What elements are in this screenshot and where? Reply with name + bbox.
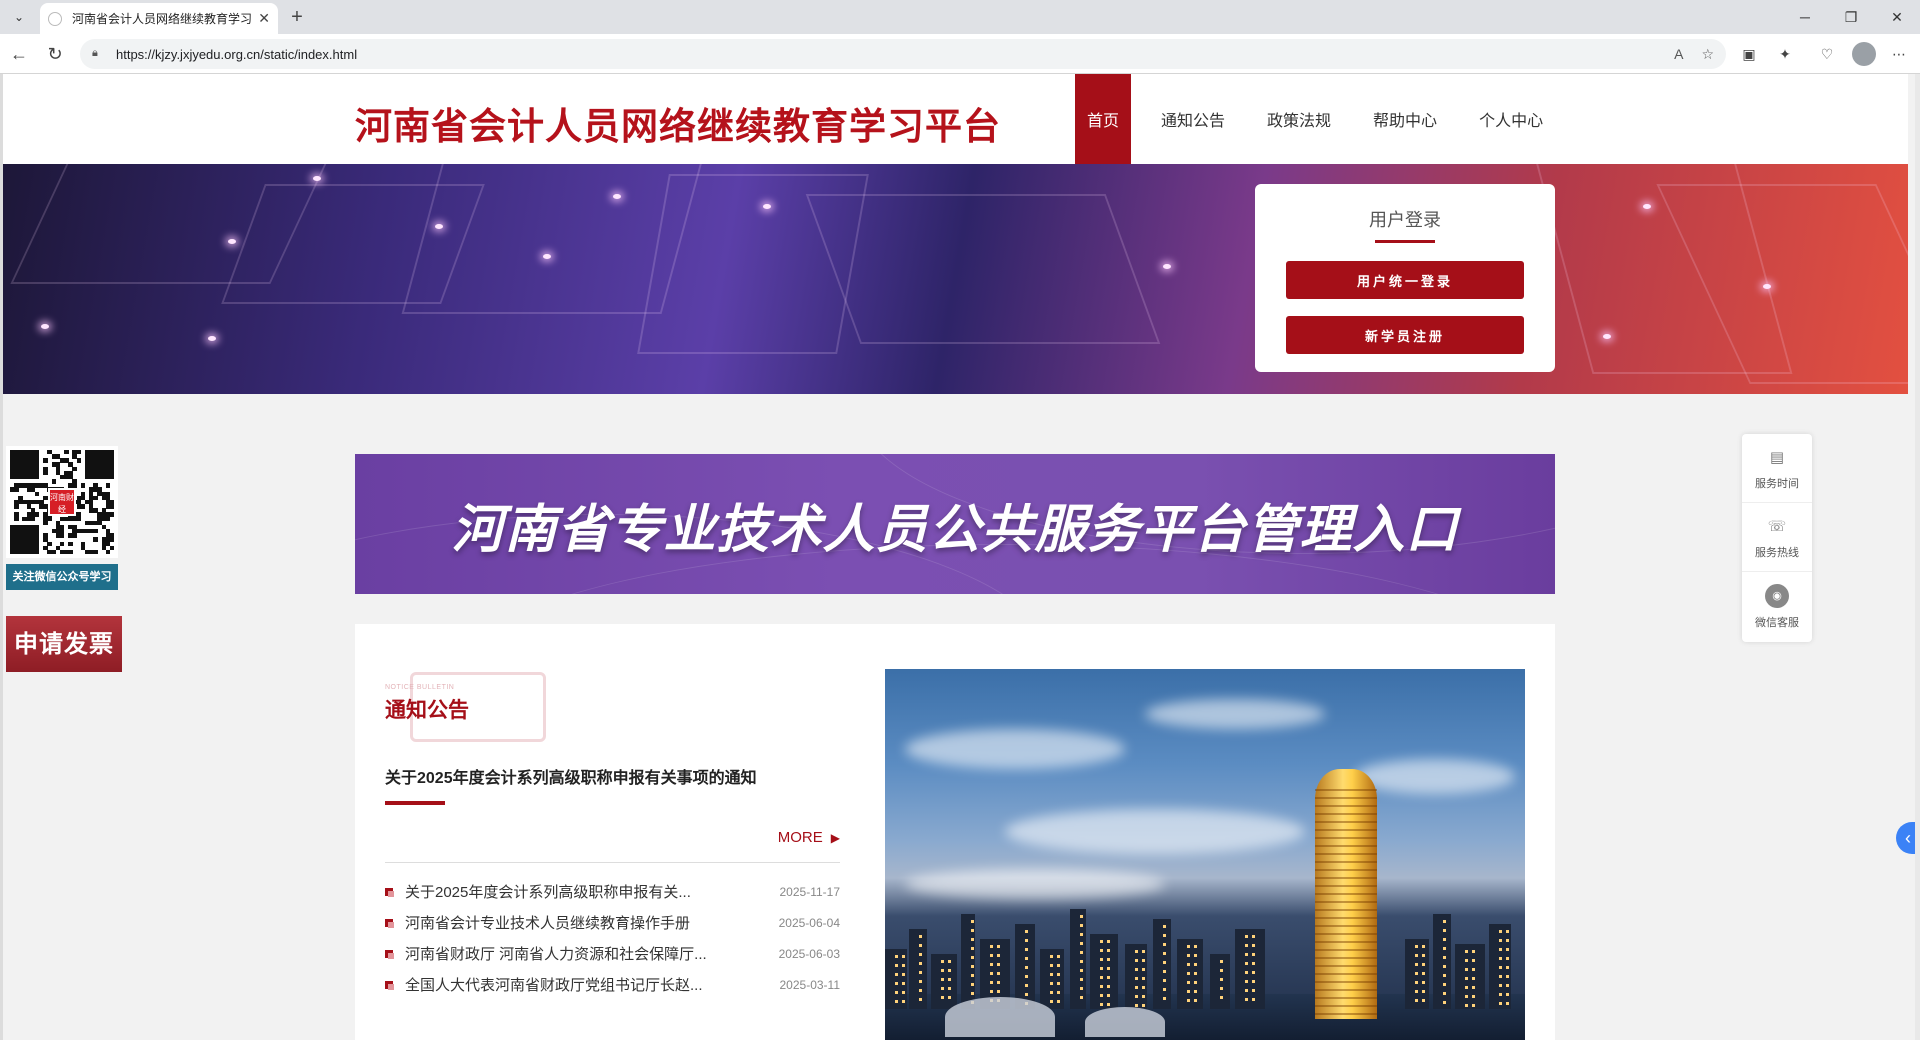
portal-text: 河南省专业技术人员公共服务平台管理入口: [451, 499, 1459, 560]
wechat-qr-float: 河南财经 关注微信公众号学习: [6, 446, 122, 590]
featured-notice-link[interactable]: 关于2025年度会计系列高级职称申报有关事项的通知: [385, 764, 757, 788]
divider: [385, 862, 840, 863]
site-title: 河南省会计人员网络继续教育学习平台: [355, 104, 1001, 148]
main-nav: 首页 通知公告 政策法规 帮助中心 个人中心: [1075, 74, 1573, 164]
service-time-item[interactable]: ▤ 服务时间: [1742, 434, 1812, 503]
qr-code-image: 河南财经: [6, 446, 118, 558]
browser-toolbar: ← ↻ 🔒︎ https://kjzy.jxjyedu.org.cn/stati…: [0, 34, 1920, 74]
bullet-icon: [385, 918, 394, 928]
landmark-tower: [1315, 769, 1377, 1019]
featured-underline: [385, 801, 445, 805]
service-hotline-item[interactable]: ☏ 服务热线: [1742, 503, 1812, 572]
minimize-button[interactable]: ─: [1782, 4, 1828, 30]
bullet-icon: [385, 980, 394, 990]
sidebar-toggle-icon[interactable]: ‹: [1896, 822, 1915, 854]
refresh-button[interactable]: ↻: [42, 42, 68, 66]
tab-close-icon[interactable]: ✕: [258, 10, 270, 27]
notice-title[interactable]: 河南省财政厅 河南省人力资源和社会保障厅...: [405, 943, 767, 964]
portal-banner[interactable]: 河南省专业技术人员公共服务平台管理入口: [355, 454, 1555, 594]
service-time-icon: ▤: [1769, 449, 1785, 466]
nav-personal[interactable]: 个人中心: [1467, 74, 1555, 164]
tab-actions-icon[interactable]: ⌄: [6, 6, 32, 28]
page-scrollbar[interactable]: [1915, 74, 1920, 1040]
city-photo: [885, 669, 1525, 1040]
list-item[interactable]: 河南省财政厅 河南省人力资源和社会保障厅... 2025-06-03: [385, 938, 840, 969]
phone-icon: ☏: [1767, 518, 1787, 535]
nav-policies[interactable]: 政策法规: [1255, 74, 1343, 164]
qr-caption[interactable]: 关注微信公众号学习: [6, 564, 118, 590]
apply-invoice-button[interactable]: 申请发票: [6, 616, 122, 672]
hero-banner: 用户登录 用户统一登录 新学员注册: [3, 164, 1908, 394]
read-aloud-icon[interactable]: A: [1674, 46, 1683, 62]
extensions-icon[interactable]: ✦: [1774, 44, 1796, 64]
browser-tab[interactable]: 河南省会计人员网络继续教育学习 ✕: [40, 3, 278, 34]
service-sidebar: ▤ 服务时间 ☏ 服务热线 ◉ 微信客服: [1742, 434, 1812, 642]
notice-date: 2025-06-03: [778, 946, 840, 961]
register-button[interactable]: 新学员注册: [1286, 316, 1524, 354]
more-menu-icon[interactable]: ⋯: [1888, 44, 1910, 64]
notice-date: 2025-03-11: [779, 977, 841, 992]
nav-help[interactable]: 帮助中心: [1361, 74, 1449, 164]
close-window-button[interactable]: ✕: [1874, 4, 1920, 30]
favorites-icon[interactable]: ♡: [1816, 44, 1838, 64]
list-item[interactable]: 关于2025年度会计系列高级职称申报有关... 2025-11-17: [385, 876, 840, 907]
url-text[interactable]: https://kjzy.jxjyedu.org.cn/static/index…: [116, 47, 1656, 62]
unified-login-button[interactable]: 用户统一登录: [1286, 261, 1524, 299]
content-card: NOTICE BULLETIN 通知公告 关于2025年度会计系列高级职称申报有…: [355, 624, 1555, 1040]
login-title: 用户登录: [1369, 210, 1441, 230]
page-viewport: 河南省会计人员网络继续教育学习平台 首页 通知公告 政策法规 帮助中心 个人中心: [3, 74, 1915, 1040]
wechat-service-label: 微信客服: [1755, 616, 1799, 629]
notice-list: 关于2025年度会计系列高级职称申报有关... 2025-11-17 河南省会计…: [385, 876, 840, 1000]
restore-button[interactable]: ❐: [1828, 4, 1874, 30]
wechat-icon: ◉: [1765, 583, 1789, 608]
favicon-icon: [48, 11, 62, 26]
login-panel: 用户登录 用户统一登录 新学员注册: [1255, 184, 1555, 372]
collections-icon[interactable]: ▣: [1738, 44, 1760, 64]
bullet-icon: [385, 949, 394, 959]
new-tab-button[interactable]: +: [284, 4, 310, 30]
nav-home[interactable]: 首页: [1075, 74, 1132, 164]
notice-title[interactable]: 河南省会计专业技术人员继续教育操作手册: [405, 912, 767, 933]
browser-window: ⌄ 河南省会计人员网络继续教育学习 ✕ + ─ ❐ ✕ ← ↻ 🔒︎ https…: [0, 0, 1920, 1040]
notice-heading: 通知公告: [385, 699, 469, 722]
notice-date: 2025-11-17: [779, 884, 841, 899]
service-hotline-label: 服务热线: [1755, 547, 1799, 559]
tab-title: 河南省会计人员网络继续教育学习: [72, 12, 253, 26]
more-link[interactable]: MORE ▶: [778, 829, 840, 846]
nav-notices[interactable]: 通知公告: [1149, 74, 1237, 164]
wechat-service-item[interactable]: ◉ 微信客服: [1742, 572, 1812, 641]
address-bar[interactable]: 🔒︎ https://kjzy.jxjyedu.org.cn/static/in…: [80, 39, 1726, 69]
favorite-star-icon[interactable]: ☆: [1701, 46, 1714, 63]
site-header: 河南省会计人员网络继续教育学习平台 首页 通知公告 政策法规 帮助中心 个人中心: [3, 74, 1908, 164]
bullet-icon: [385, 887, 394, 897]
login-title-underline: [1375, 240, 1435, 243]
tab-bar: ⌄ 河南省会计人员网络继续教育学习 ✕ + ─ ❐ ✕: [0, 0, 1920, 34]
more-label: MORE: [777, 829, 823, 846]
service-time-label: 服务时间: [1755, 478, 1799, 490]
notice-title[interactable]: 关于2025年度会计系列高级职称申报有关...: [405, 881, 768, 902]
notice-title[interactable]: 全国人大代表河南省财政厅党组书记厅长赵...: [405, 974, 768, 995]
list-item[interactable]: 全国人大代表河南省财政厅党组书记厅长赵... 2025-03-11: [385, 969, 840, 1000]
back-button[interactable]: ←: [6, 42, 32, 66]
notice-en-label: NOTICE BULLETIN: [385, 684, 455, 691]
qr-logo: 河南财经: [48, 488, 76, 516]
play-arrow-icon: ▶: [830, 830, 840, 845]
notice-date: 2025-06-04: [778, 915, 840, 930]
profile-avatar[interactable]: [1852, 42, 1876, 66]
list-item[interactable]: 河南省会计专业技术人员继续教育操作手册 2025-06-04: [385, 907, 840, 938]
lock-icon[interactable]: 🔒︎: [92, 47, 106, 61]
city-skyline: [885, 899, 1525, 1040]
